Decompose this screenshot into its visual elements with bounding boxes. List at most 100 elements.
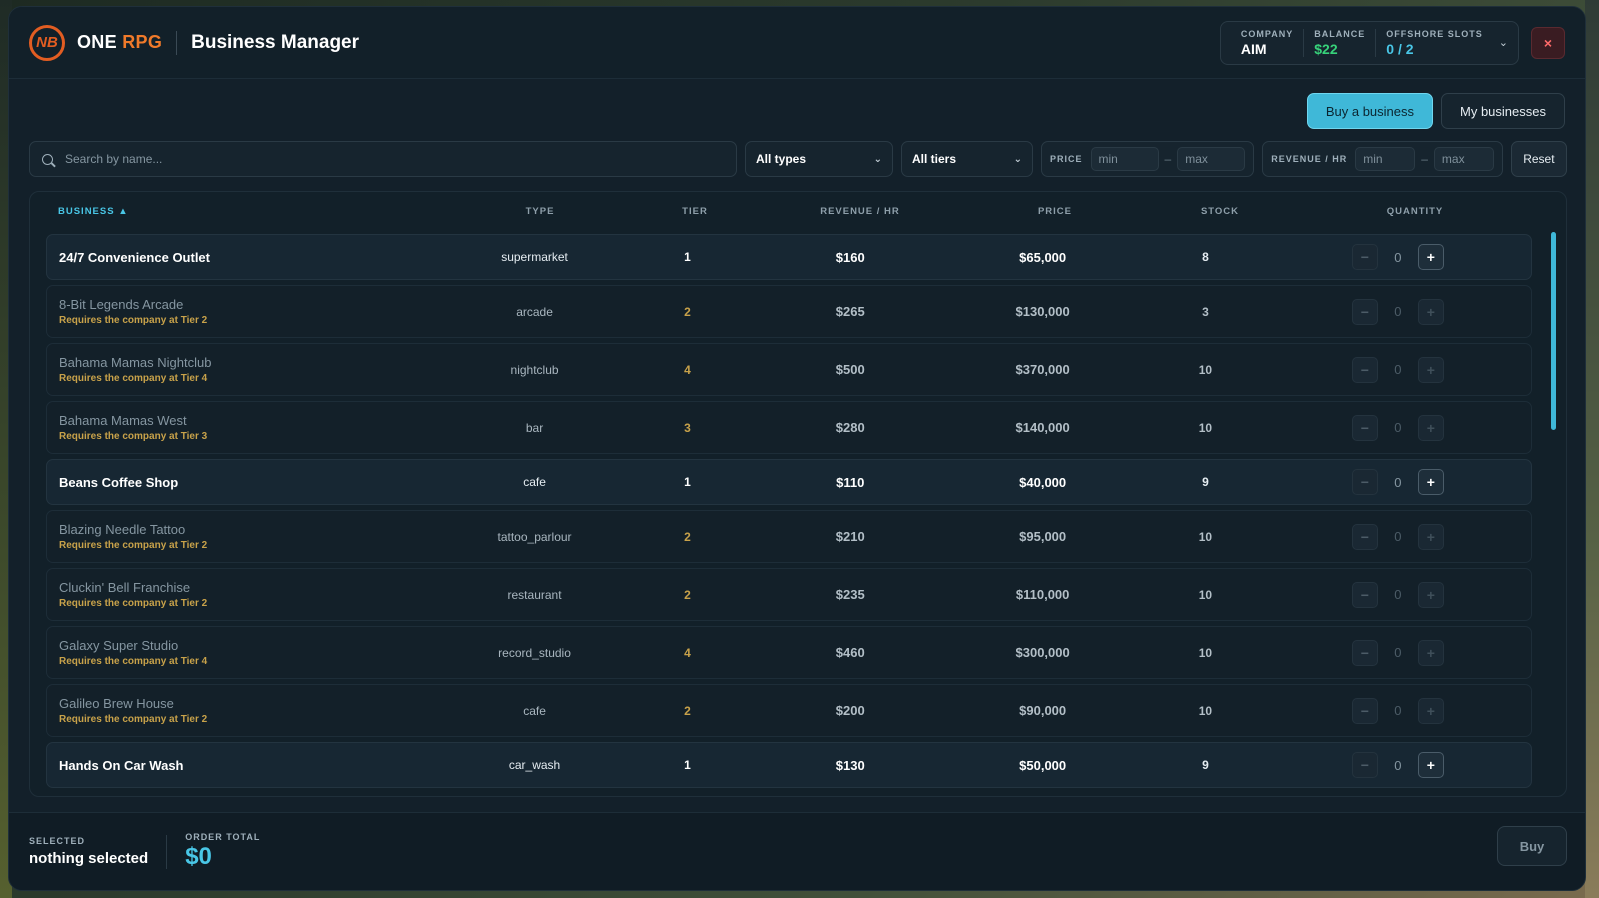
table-row[interactable]: 24/7 Convenience Outlet supermarket 1 $160 $… <box>46 234 1532 280</box>
increase-quantity-button[interactable]: + <box>1417 639 1444 666</box>
business-type: restaurant <box>507 587 562 602</box>
increase-quantity-button[interactable]: + <box>1417 523 1444 550</box>
price-min-input[interactable]: min <box>1090 147 1159 171</box>
revenue-header[interactable]: REVENUE / HR <box>770 206 950 217</box>
decrease-quantity-button[interactable]: − <box>1351 414 1378 441</box>
decrease-quantity-button[interactable]: − <box>1351 752 1378 778</box>
business-type: tattoo_parlour <box>497 529 572 544</box>
quantity-stepper: −0 + <box>1265 639 1531 666</box>
quantity-stepper: −0 + <box>1265 581 1531 608</box>
business-type: cafe <box>523 475 546 489</box>
business-name: Bahama Mamas West <box>59 413 187 428</box>
business-price: $95,000 <box>1019 529 1067 544</box>
business-revenue: $280 <box>835 420 865 435</box>
sort-business-header[interactable]: BUSINESS ▲ <box>30 206 460 217</box>
decrease-quantity-button[interactable]: − <box>1351 244 1378 270</box>
business-name: Galaxy Super Studio <box>59 638 179 653</box>
table-row[interactable]: Bahama Mamas Nightclub Requires the compa… <box>46 343 1532 396</box>
business-cell: Bahama Mamas Nightclub Requires the compa… <box>47 355 456 384</box>
search-placeholder: Search by name... <box>65 152 163 166</box>
table-row[interactable]: Hands On Car Wash car_wash 1 $130 $50,000 9 −0… <box>46 742 1532 788</box>
tier-requirement: Requires the company at Tier 2 <box>59 315 208 326</box>
page-title: Business Manager <box>191 31 360 53</box>
table-row[interactable]: Cluckin' Bell Franchise Requires the comp… <box>46 568 1532 621</box>
logo-icon: NB <box>29 24 65 61</box>
price-header[interactable]: PRICE <box>950 206 1160 217</box>
tab-my-businesses[interactable]: My businesses <box>1441 93 1565 129</box>
quantity-stepper: − 0 + <box>1265 356 1531 383</box>
business-name: Beans Coffee Shop <box>59 474 179 490</box>
business-tier: 3 <box>684 420 691 435</box>
revenue-min-input[interactable]: min <box>1355 147 1416 171</box>
chevron-down-icon: ⌄ <box>873 153 882 165</box>
decrease-quantity-button[interactable]: − <box>1351 697 1378 724</box>
business-tier: 2 <box>684 304 691 319</box>
business-cell: Blazing Needle Tattoo Requires the compan… <box>47 522 456 551</box>
company-name: AIM <box>1240 40 1267 57</box>
stock-header[interactable]: STOCK <box>1160 206 1280 217</box>
business-cell: Galileo Brew House Requires the company a… <box>47 696 456 725</box>
quantity-stepper: −0 + <box>1265 244 1531 270</box>
business-price: $300,000 <box>1015 645 1070 660</box>
decrease-quantity-button[interactable]: − <box>1351 469 1378 495</box>
business-type: supermarket <box>501 250 568 264</box>
quantity-value: 0 <box>1394 757 1402 773</box>
business-tier: 4 <box>684 645 691 660</box>
business-manager-window: NB ONE RPG Business Manager COMPANY AIM … <box>8 6 1586 891</box>
price-range-filter: PRICE min – max <box>1041 141 1255 177</box>
quantity-value: 0 <box>1394 362 1402 377</box>
business-stock: 10 <box>1198 587 1213 602</box>
reset-button[interactable]: Reset <box>1510 141 1567 177</box>
balance-stat: BALANCE $22 <box>1304 28 1377 57</box>
selection-summary: SELECTED nothing selected <box>29 836 149 867</box>
quantity-value: 0 <box>1394 703 1402 718</box>
quantity-stepper: −0 + <box>1265 523 1531 550</box>
decrease-quantity-button[interactable]: − <box>1351 298 1378 325</box>
business-tier: 2 <box>684 703 691 718</box>
revenue-max-input[interactable]: max <box>1433 147 1494 171</box>
business-tier: 1 <box>684 250 691 264</box>
increase-quantity-button[interactable]: + <box>1417 752 1444 778</box>
tab-buy-business[interactable]: Buy a business <box>1306 93 1434 129</box>
increase-quantity-button[interactable]: + <box>1417 414 1444 441</box>
search-input[interactable]: Search by name... <box>29 141 737 177</box>
increase-quantity-button[interactable]: + <box>1417 298 1444 325</box>
tier-requirement: Requires the company at Tier 3 <box>59 431 208 442</box>
close-button[interactable]: × <box>1531 26 1565 59</box>
type-header[interactable]: TYPE <box>460 206 620 217</box>
increase-quantity-button[interactable]: + <box>1417 244 1444 270</box>
buy-button[interactable]: Buy <box>1497 826 1567 866</box>
type-select[interactable]: All types ⌄ <box>745 141 893 177</box>
order-total: ORDER TOTAL $0 <box>185 832 261 870</box>
quantity-value: 0 <box>1394 474 1402 490</box>
business-table: BUSINESS ▲ TYPE TIER REVENUE / HR PRICE … <box>29 191 1567 797</box>
scrollbar[interactable] <box>1551 232 1556 430</box>
increase-quantity-button[interactable]: + <box>1417 356 1444 383</box>
chevron-down-icon[interactable]: ⌄ <box>1499 36 1508 49</box>
table-row[interactable]: Galileo Brew House Requires the company a… <box>46 684 1532 737</box>
increase-quantity-button[interactable]: + <box>1417 697 1444 724</box>
table-row[interactable]: Beans Coffee Shop cafe 1 $110 $40,000 9 −0 + <box>46 459 1532 505</box>
decrease-quantity-button[interactable]: − <box>1351 581 1378 608</box>
decrease-quantity-button[interactable]: − <box>1351 639 1378 666</box>
table-header: BUSINESS ▲ TYPE TIER REVENUE / HR PRICE … <box>30 192 1566 230</box>
increase-quantity-button[interactable]: + <box>1417 581 1444 608</box>
decrease-quantity-button[interactable]: − <box>1351 356 1378 383</box>
price-max-input[interactable]: max <box>1177 147 1246 171</box>
tier-select[interactable]: All tiers ⌄ <box>901 141 1033 177</box>
table-row[interactable]: Blazing Needle Tattoo Requires the compan… <box>46 510 1532 563</box>
tier-header[interactable]: TIER <box>620 206 770 217</box>
increase-quantity-button[interactable]: + <box>1417 469 1444 495</box>
table-row[interactable]: Bahama Mamas West Requires the company at… <box>46 401 1532 454</box>
balance-value: $22 <box>1314 40 1338 57</box>
business-stock: 9 <box>1202 475 1209 489</box>
table-row[interactable]: Galaxy Super Studio Requires the company … <box>46 626 1532 679</box>
business-name: Cluckin' Bell Franchise <box>59 580 191 595</box>
table-row[interactable]: 8-Bit Legends Arcade Requires the company… <box>46 285 1532 338</box>
decrease-quantity-button[interactable]: − <box>1351 523 1378 550</box>
business-tier: 1 <box>684 475 691 489</box>
company-stats-dropdown[interactable]: COMPANY AIM BALANCE $22 OFFSHORE SLOTS 0… <box>1219 20 1519 65</box>
offshore-slots-value: 0 / 2 <box>1386 40 1414 57</box>
business-revenue: $210 <box>835 529 865 544</box>
table-body: 24/7 Convenience Outlet supermarket 1 $160 $… <box>46 234 1532 793</box>
